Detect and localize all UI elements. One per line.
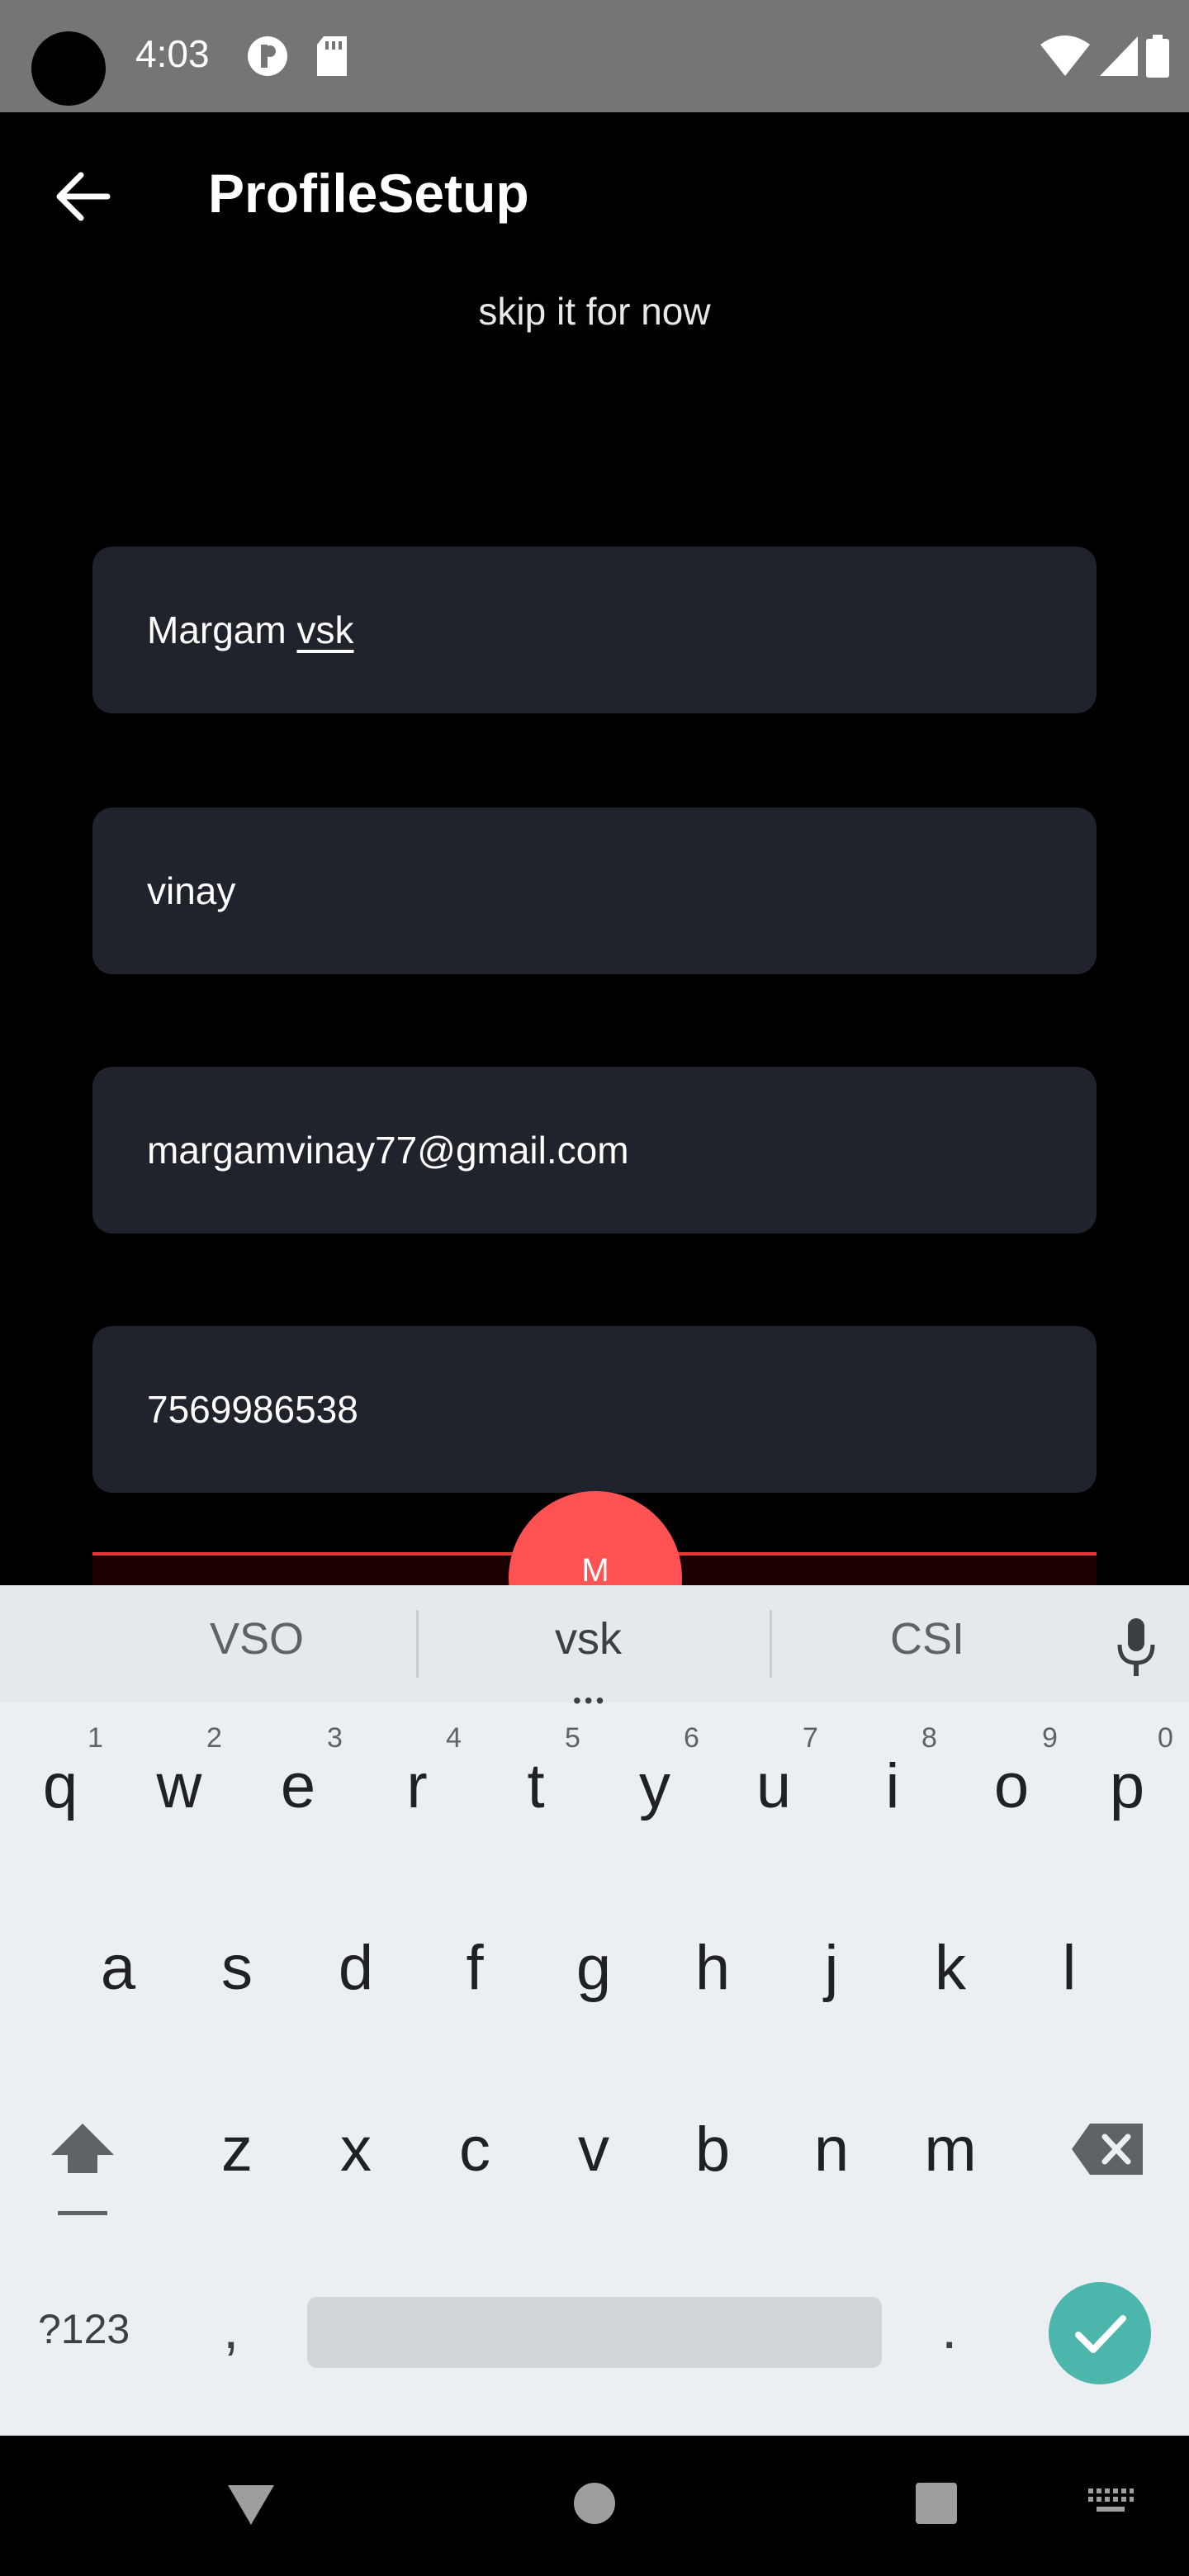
- key-a[interactable]: a: [64, 1932, 172, 2004]
- key-x[interactable]: x: [302, 2114, 410, 2185]
- back-arrow-icon[interactable]: [50, 163, 116, 230]
- key-q[interactable]: q: [7, 1750, 114, 1822]
- fab-label: M: [581, 1552, 609, 1589]
- key-t[interactable]: t: [482, 1750, 590, 1822]
- microphone-icon[interactable]: [1111, 1615, 1161, 1681]
- app-bar: ProfileSetup: [0, 112, 1189, 277]
- recents-square-icon[interactable]: [915, 2482, 958, 2525]
- symbols-key[interactable]: ?123: [38, 2305, 130, 2353]
- status-time: 4:03: [135, 32, 210, 75]
- key-r[interactable]: r: [363, 1750, 471, 1822]
- email-field[interactable]: margamvinay77@gmail.com: [92, 1067, 1097, 1234]
- key-p[interactable]: p: [1073, 1750, 1181, 1822]
- system-nav-bar: [0, 2436, 1189, 2576]
- suggestion-strip: VSO vsk CSI •••: [0, 1585, 1189, 1713]
- key-s[interactable]: s: [183, 1932, 291, 2004]
- last-name-field[interactable]: Margam vsk: [92, 547, 1097, 713]
- key-w[interactable]: w: [126, 1750, 233, 1822]
- key-u[interactable]: u: [720, 1750, 827, 1822]
- backspace-icon[interactable]: [1070, 2122, 1146, 2176]
- key-n[interactable]: n: [778, 2114, 885, 2185]
- suggestion-divider: [416, 1610, 419, 1678]
- key-o[interactable]: o: [958, 1750, 1065, 1822]
- check-icon: [1075, 2315, 1126, 2353]
- battery-icon: [1146, 35, 1169, 78]
- first-name-field[interactable]: vinay: [92, 807, 1097, 974]
- suggestion-1[interactable]: VSO: [210, 1613, 304, 1664]
- phone-field[interactable]: 7569986538: [92, 1326, 1097, 1493]
- shift-icon[interactable]: [50, 2114, 116, 2221]
- email-value: margamvinay77@gmail.com: [147, 1129, 629, 1172]
- wifi-icon: [1040, 36, 1090, 76]
- first-name-value: vinay: [147, 869, 236, 912]
- key-v[interactable]: v: [540, 2114, 647, 2185]
- key-m[interactable]: m: [897, 2114, 1004, 2185]
- phone-value: 7569986538: [147, 1388, 358, 1431]
- key-f[interactable]: f: [421, 1932, 528, 2004]
- last-name-value: Margam vsk: [147, 608, 354, 651]
- key-d[interactable]: d: [302, 1932, 410, 2004]
- more-suggestions-icon[interactable]: •••: [573, 1688, 607, 1714]
- status-bar: 4:03: [0, 0, 1189, 112]
- key-period[interactable]: .: [941, 2295, 957, 2361]
- page-title: ProfileSetup: [208, 163, 529, 224]
- key-k[interactable]: k: [897, 1932, 1004, 2004]
- sd-card-icon: [317, 36, 347, 76]
- key-j[interactable]: j: [778, 1932, 885, 2004]
- space-bar[interactable]: [307, 2297, 882, 2368]
- suggestion-3[interactable]: CSI: [890, 1613, 964, 1664]
- camera-cutout: [31, 31, 106, 106]
- key-e[interactable]: e: [244, 1750, 352, 1822]
- suggestion-divider: [770, 1610, 772, 1678]
- skip-link[interactable]: skip it for now: [0, 289, 1189, 334]
- keyboard-switch-icon[interactable]: [1087, 2487, 1135, 2517]
- app-notification-icon: [248, 36, 287, 76]
- back-triangle-icon[interactable]: [226, 2482, 276, 2526]
- key-h[interactable]: h: [659, 1932, 766, 2004]
- key-y[interactable]: y: [601, 1750, 708, 1822]
- key-l[interactable]: l: [1016, 1932, 1123, 2004]
- done-key[interactable]: [1049, 2282, 1151, 2384]
- key-b[interactable]: b: [659, 2114, 766, 2185]
- home-circle-icon[interactable]: [573, 2482, 616, 2525]
- suggestion-2[interactable]: vsk: [555, 1613, 622, 1664]
- key-g[interactable]: g: [540, 1932, 647, 2004]
- key-i[interactable]: i: [839, 1750, 946, 1822]
- key-c[interactable]: c: [421, 2114, 528, 2185]
- key-z[interactable]: z: [183, 2114, 291, 2185]
- cell-signal-icon: [1100, 36, 1138, 76]
- key-comma[interactable]: ,: [223, 2295, 239, 2361]
